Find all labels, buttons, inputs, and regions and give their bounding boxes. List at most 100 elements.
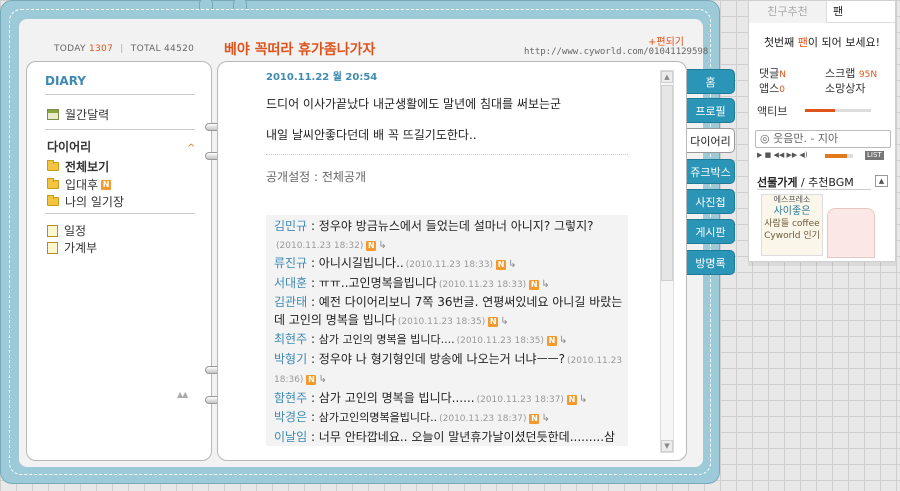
comment-author[interactable]: 박경은 (274, 410, 307, 424)
new-badge: N (488, 316, 499, 327)
gift-item-text: 에스프레소 (773, 195, 811, 204)
divider (757, 189, 871, 190)
menu-item-label: 입대후 (65, 178, 99, 192)
first-fan-message[interactable]: 첫번째 팬이 되어 보세요! (749, 34, 895, 50)
divider (45, 129, 195, 130)
binder-tab (233, 0, 247, 9)
sidebar-shadow (748, 262, 896, 266)
post-divider (266, 154, 628, 155)
scroll-down-button[interactable]: ▼ (661, 440, 673, 452)
reply-arrow-icon[interactable]: ↳ (579, 394, 587, 405)
gift-shop-title[interactable]: 선물가게 / 추천BGM (757, 174, 854, 190)
new-badge: N (546, 336, 557, 346)
diary-header-label: 다이어리 (47, 140, 92, 154)
tab-1[interactable]: 프로필 (687, 98, 735, 123)
new-badge: N (496, 260, 507, 270)
stat-label: 앱스 (759, 82, 780, 95)
total-count: 44520 (164, 44, 195, 54)
binder-tab (199, 0, 213, 9)
comment-row: 최현주 : 삼가 고인의 명복을 빕니다.... (2010.11.23 18:3… (274, 332, 568, 346)
comment-text: 정우야 나 형기형인데 방송에 나오는거 너냐ㅡㅡ? (318, 351, 566, 366)
comment-author[interactable]: 김민규 (274, 219, 307, 233)
comment-author[interactable]: 이날임 (274, 430, 307, 444)
comment-author[interactable]: 서대훈 (274, 276, 307, 290)
comment-author[interactable]: 류진규 (274, 256, 307, 270)
gift-item-image[interactable]: 에스프레소 사이좋은 사람들 coffee Cyworld 인기 (761, 194, 823, 256)
right-sidebar: 친구추천 팬 첫번째 팬이 되어 보세요! 댓글N 스크랩 95N 앱스0 소망… (748, 0, 896, 262)
tab-0[interactable]: 홈 (687, 69, 735, 94)
divider (45, 213, 195, 214)
bgm-title-box[interactable]: ◎ 웃음만. - 지아 (755, 130, 891, 148)
comment-date: (2010.11.23 18:33) (405, 260, 494, 270)
visibility-setting: 공개설정 : 전체공개 (266, 170, 366, 184)
menu-item-label: 가계부 (64, 241, 98, 255)
stat-apps[interactable]: 앱스0 (759, 80, 785, 96)
tab-friend-recommend[interactable]: 친구추천 (749, 1, 827, 23)
menu-item-label: 나의 일기장 (65, 195, 125, 209)
tab-fan[interactable]: 팬 (833, 1, 843, 23)
reply-arrow-icon[interactable]: ↳ (508, 259, 516, 270)
comment-text: 삼가고인의명복을빕니다.. (318, 411, 438, 424)
stat-scrap[interactable]: 스크랩 95N (825, 65, 877, 81)
reply-arrow-icon[interactable]: ↳ (500, 316, 508, 327)
diary-header[interactable]: 다이어리 (47, 138, 91, 155)
post-date: 2010.11.22 월 20:54 (266, 72, 378, 83)
reply-arrow-icon[interactable]: ↳ (318, 374, 326, 385)
today-count: 1307 (88, 44, 114, 54)
comment-date: (2010.11.23 18:33) (438, 279, 527, 290)
page-title: 베야 꼭떠라 휴가좀나가자 (224, 42, 376, 58)
volume-fill (825, 154, 848, 158)
comment-row: 김민규 : 정우야 방금뉴스에서 들었는데 설마너 아니지? 그렇지?(2010… (274, 219, 594, 251)
menu-item-schedule[interactable]: 일정 (47, 222, 86, 239)
recommend-bgm-label: / 추천BGM (797, 176, 854, 189)
list-button[interactable]: LIST (865, 151, 884, 160)
stat-gift-box[interactable]: 소망상자 (825, 80, 865, 96)
scrollbar-thumb[interactable] (661, 85, 673, 281)
reply-arrow-icon[interactable]: ↳ (541, 279, 549, 290)
volume-slider[interactable] (825, 154, 853, 158)
menu-item-my-diary[interactable]: 나의 일기장 (47, 193, 124, 210)
tab-2[interactable]: 다이어리 (687, 128, 735, 153)
collapse-caret-icon[interactable]: ^ (187, 143, 195, 154)
tab-4[interactable]: 사진첩 (687, 189, 735, 214)
reply-arrow-icon[interactable]: ↳ (378, 240, 386, 251)
reply-arrow-icon[interactable]: ↳ (559, 335, 567, 346)
menu-item-calendar[interactable]: 월간달력 (47, 106, 109, 123)
comment-text: 아니시길빕니다.. (318, 256, 404, 270)
comment-author[interactable]: 함현주 (274, 391, 307, 405)
homepage-url[interactable]: http://www.cyworld.com/01041129598 (524, 47, 708, 57)
tab-3[interactable]: 쥬크박스 (687, 159, 735, 184)
tab-6[interactable]: 방명록 (687, 250, 735, 275)
gift-item-text: 사이좋은 (773, 206, 811, 217)
gift-item-text: 사람들 coffee (764, 219, 820, 229)
bgm-title: 웃음만. - 지아 (773, 132, 839, 145)
scrollbar[interactable]: ▲ ▼ (660, 70, 674, 453)
comment-author[interactable]: 박형기 (274, 352, 307, 366)
comment-author[interactable]: 김관태 (274, 295, 307, 309)
stat-replies[interactable]: 댓글N (759, 65, 786, 81)
collapse-caret-icon[interactable]: ▲ (875, 175, 888, 187)
gift-shop-label: 선물가게 (757, 176, 798, 189)
new-badge: N (529, 414, 540, 424)
menu-item-label: 전체보기 (65, 160, 110, 174)
post-text-line: 드디어 이사가끝났다 내군생활에도 말년에 침대를 써보는군 (266, 97, 562, 111)
comment-text: 정우야 방금뉴스에서 들었는데 설마너 아니지? 그렇지? (318, 219, 594, 233)
become-fan-link[interactable]: +편되기 (648, 33, 684, 48)
note-icon (47, 241, 58, 254)
menu-item-account-book[interactable]: 가계부 (47, 239, 97, 256)
comment-row: 서대훈 : ㅠㅠ..고인명복을빕니다 (2010.11.23 18:33) N ↳ (274, 275, 550, 290)
new-badge: N (529, 279, 540, 290)
tab-5[interactable]: 게시판 (687, 219, 735, 244)
music-player: ▶ ■ ◀◀ ▶▶ ◀) LIST (757, 151, 891, 161)
stat-count: 0 (779, 85, 785, 95)
reply-arrow-icon[interactable]: ↳ (541, 413, 549, 424)
menu-item-after-enlistment[interactable]: 입대후 N (47, 176, 112, 193)
player-controls[interactable]: ▶ ■ ◀◀ ▶▶ ◀) (757, 151, 808, 159)
menu-item-view-all[interactable]: 전체보기 (47, 158, 109, 175)
comment-author[interactable]: 최현주 (274, 332, 307, 346)
folder-icon (47, 195, 59, 206)
scroll-up-button[interactable]: ▲ (661, 71, 673, 83)
gift-item-image[interactable] (827, 208, 875, 258)
scroll-arrows-icon[interactable]: ▲▲ (177, 390, 188, 399)
new-badge: N (306, 375, 317, 385)
